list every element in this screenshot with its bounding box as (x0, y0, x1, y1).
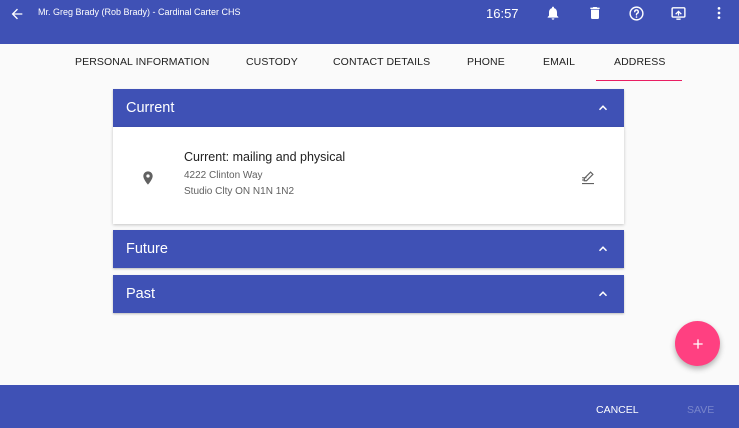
tab-contact-details[interactable]: CONTACT DETAILS (333, 56, 430, 68)
edit-address-icon[interactable] (576, 165, 600, 189)
more-vert-icon[interactable] (709, 3, 729, 23)
tab-personal-information[interactable]: PERSONAL INFORMATION (75, 56, 209, 68)
trash-icon[interactable] (585, 3, 605, 23)
app-bar: Mr. Greg Brady (Rob Brady) - Cardinal Ca… (0, 0, 739, 44)
add-address-button[interactable] (675, 321, 720, 366)
current-section-header[interactable]: Current (113, 89, 624, 127)
address-type-label: Current: mailing and physical (184, 150, 346, 164)
current-address-card: Current: mailing and physical 4222 Clint… (113, 127, 624, 224)
address-line-1: 4222 Clinton Way (184, 170, 263, 181)
page-title: Mr. Greg Brady (Rob Brady) - Cardinal Ca… (38, 7, 241, 17)
help-icon[interactable] (626, 3, 646, 23)
chevron-up-icon (595, 286, 611, 302)
tab-bar: PERSONAL INFORMATION CUSTODY CONTACT DET… (0, 44, 739, 82)
cancel-button[interactable]: CANCEL (596, 404, 639, 416)
future-section-header[interactable]: Future (113, 230, 624, 268)
clock: 16:57 (486, 6, 519, 21)
future-section-title: Future (126, 241, 168, 257)
chevron-up-icon (595, 100, 611, 116)
address-line-2: Studio Clty ON N1N 1N2 (184, 186, 295, 197)
plus-icon (692, 338, 703, 349)
tab-address[interactable]: ADDRESS (614, 56, 665, 68)
past-section-header[interactable]: Past (113, 275, 624, 313)
tab-email[interactable]: EMAIL (543, 56, 575, 68)
chevron-up-icon (595, 241, 611, 257)
tab-custody[interactable]: CUSTODY (246, 56, 298, 68)
past-section-title: Past (126, 286, 156, 302)
current-section-title: Current (126, 100, 175, 116)
back-arrow-icon[interactable] (7, 4, 27, 24)
tab-phone[interactable]: PHONE (467, 56, 505, 68)
active-tab-indicator (596, 80, 682, 81)
screen-share-icon[interactable] (668, 3, 688, 23)
save-button: SAVE (687, 404, 715, 416)
bell-icon[interactable] (543, 3, 563, 23)
bottom-action-bar: CANCEL SAVE (0, 385, 739, 428)
location-pin-icon (140, 169, 156, 187)
